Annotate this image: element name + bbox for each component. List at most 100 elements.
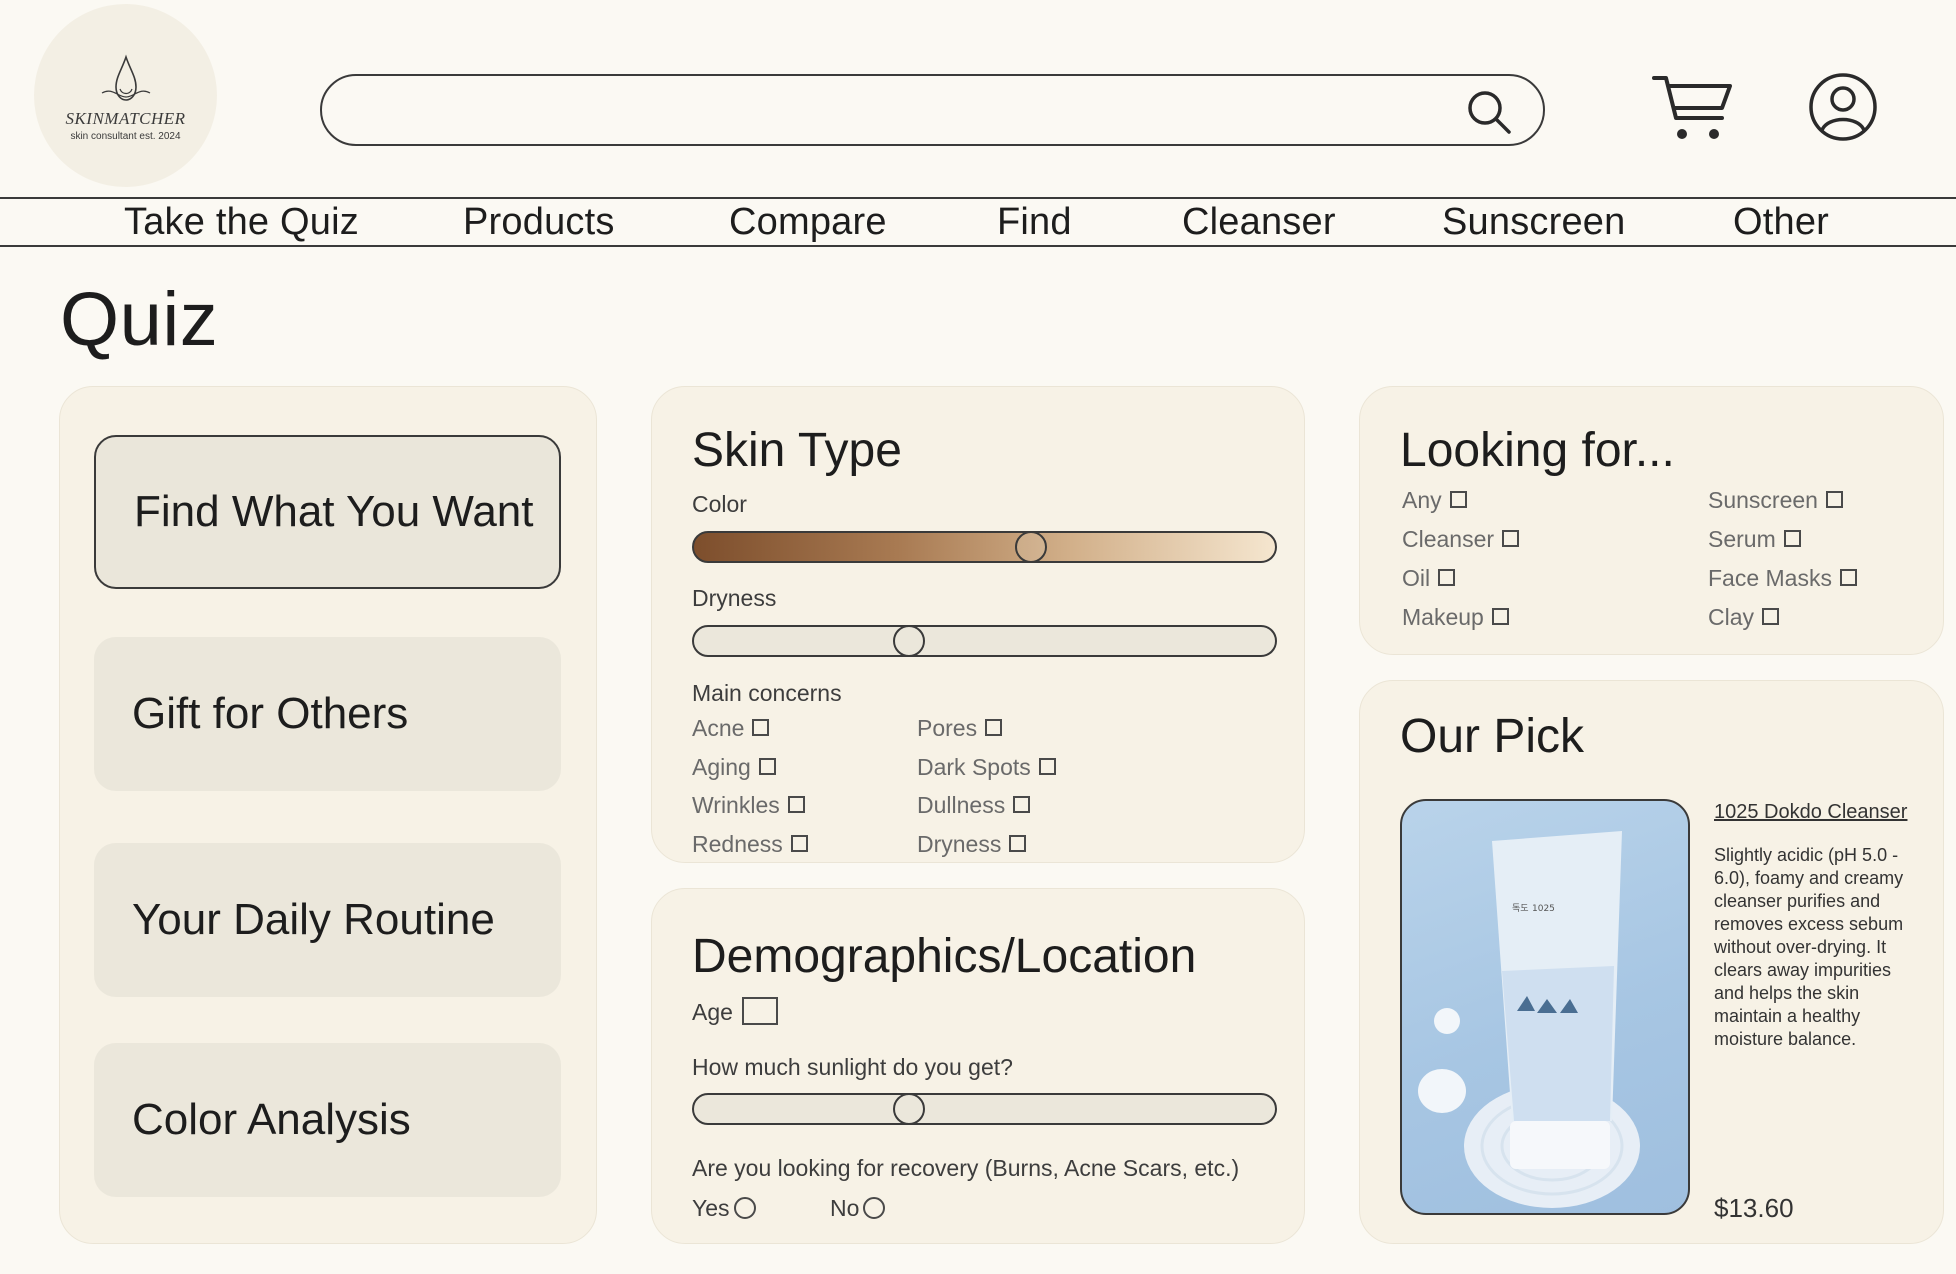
quiz-menu-card: Find What You Want Gift for Others Your … [59,386,597,1244]
nav-sunscreen[interactable]: Sunscreen [1442,201,1625,244]
concern-redness[interactable]: Redness [692,831,808,858]
cart-icon[interactable] [1652,72,1732,144]
option-label: Dark Spots [917,754,1031,780]
slider-handle[interactable] [893,1093,925,1125]
option-label: Oil [1402,565,1431,591]
nav-compare[interactable]: Compare [729,201,887,244]
slider-handle[interactable] [893,625,925,657]
option-label: Cleanser [1402,526,1495,552]
concern-dryness[interactable]: Dryness [917,831,1027,858]
checkbox[interactable] [752,719,770,737]
product-name-link[interactable]: 1025 Dokdo Cleanser [1714,801,1907,824]
recovery-yes[interactable]: Yes [692,1195,756,1222]
sunlight-slider[interactable] [692,1093,1277,1125]
looking-clay[interactable]: Clay [1708,604,1780,631]
option-label: No [830,1195,860,1221]
concern-acne[interactable]: Acne [692,715,770,742]
concern-pores[interactable]: Pores [917,715,1003,742]
looking-face-masks[interactable]: Face Masks [1708,565,1857,592]
cleanser-tube-image: 독도 1025 [1418,831,1640,1208]
looking-makeup[interactable]: Makeup [1402,604,1509,631]
slider-handle[interactable] [1015,531,1047,563]
gift-for-others-button[interactable]: Gift for Others [94,637,561,791]
search-bar[interactable] [320,74,1545,146]
user-icon[interactable] [1808,72,1878,142]
search-input[interactable] [350,86,1430,134]
option-label: Acne [692,715,745,741]
droplet-logo-icon [101,54,150,101]
checkbox[interactable] [985,719,1003,737]
looking-for-title: Looking for... [1400,424,1675,477]
dryness-slider[interactable] [692,625,1277,657]
brand-tagline: skin consultant est. 2024 [70,131,181,142]
checkbox[interactable] [1502,530,1520,548]
recovery-no[interactable]: No [830,1195,886,1222]
option-label: Serum [1708,526,1776,552]
search-icon[interactable] [1465,88,1513,136]
dryness-label: Dryness [692,585,777,611]
radio-button[interactable] [733,1196,756,1219]
looking-any[interactable]: Any [1402,487,1467,514]
option-label: Redness [692,831,783,857]
skin-color-slider[interactable] [692,531,1277,563]
product-image[interactable]: 독도 1025 [1400,799,1690,1215]
svg-text:독도: 독도 [1512,903,1529,914]
looking-serum[interactable]: Serum [1708,526,1801,553]
daily-routine-button[interactable]: Your Daily Routine [94,843,561,997]
checkbox[interactable] [1491,608,1509,626]
checkbox[interactable] [758,758,776,776]
checkbox[interactable] [1438,569,1456,587]
checkbox[interactable] [1762,608,1780,626]
option-label: Makeup [1402,604,1484,630]
main-nav: Take the Quiz Products Compare Find Clea… [0,197,1956,247]
looking-for-card: Looking for... Any Cleanser Oil Makeup S… [1359,386,1944,655]
concern-dark-spots[interactable]: Dark Spots [917,754,1056,781]
looking-oil[interactable]: Oil [1402,565,1456,592]
demographics-title: Demographics/Location [692,930,1197,983]
checkbox[interactable] [1839,569,1857,587]
sunlight-label: How much sunlight do you get? [692,1054,1013,1080]
option-label: Sunscreen [1708,487,1818,513]
option-label: Yes [692,1195,730,1221]
option-label: Pores [917,715,978,741]
brand-name: SKINMATCHER [65,109,186,128]
nav-cleanser[interactable]: Cleanser [1182,201,1336,244]
option-label: Clay [1708,604,1755,630]
checkbox[interactable] [1013,796,1031,814]
our-pick-card: Our Pick 독도 1025 1025 Dokdo Cleanser Sli… [1359,680,1944,1244]
nav-products[interactable]: Products [463,201,615,244]
product-description: Slightly acidic (pH 5.0 - 6.0), foamy an… [1714,845,1904,1049]
looking-cleanser[interactable]: Cleanser [1402,526,1520,553]
main-concerns-label: Main concerns [692,680,842,706]
checkbox[interactable] [1009,835,1027,853]
option-label: Wrinkles [692,792,780,818]
radio-button[interactable] [863,1196,886,1219]
age-label: Age [692,999,733,1025]
find-what-you-want-button[interactable]: Find What You Want [94,435,561,589]
concern-aging[interactable]: Aging [692,754,776,781]
nav-take-the-quiz[interactable]: Take the Quiz [124,201,359,244]
option-label: Any [1402,487,1442,513]
age-input[interactable] [742,997,778,1025]
nav-find[interactable]: Find [997,201,1072,244]
nav-other[interactable]: Other [1733,201,1829,244]
demographics-card: Demographics/Location Age How much sunli… [651,888,1305,1244]
option-label: Aging [692,754,751,780]
checkbox[interactable] [790,835,808,853]
checkbox[interactable] [1825,491,1843,509]
logo[interactable]: SKINMATCHER skin consultant est. 2024 [34,4,217,187]
page-title: Quiz [60,277,219,362]
svg-text:1025: 1025 [1532,904,1555,914]
checkbox[interactable] [787,796,805,814]
checkbox[interactable] [1449,491,1467,509]
product-price: $13.60 [1714,1193,1794,1223]
concern-dullness[interactable]: Dullness [917,792,1031,819]
checkbox[interactable] [1783,530,1801,548]
color-analysis-button[interactable]: Color Analysis [94,1043,561,1197]
skin-type-title: Skin Type [692,424,902,477]
looking-sunscreen[interactable]: Sunscreen [1708,487,1843,514]
concern-wrinkles[interactable]: Wrinkles [692,792,805,819]
checkbox[interactable] [1038,758,1056,776]
option-label: Dullness [917,792,1006,818]
our-pick-title: Our Pick [1400,710,1585,763]
